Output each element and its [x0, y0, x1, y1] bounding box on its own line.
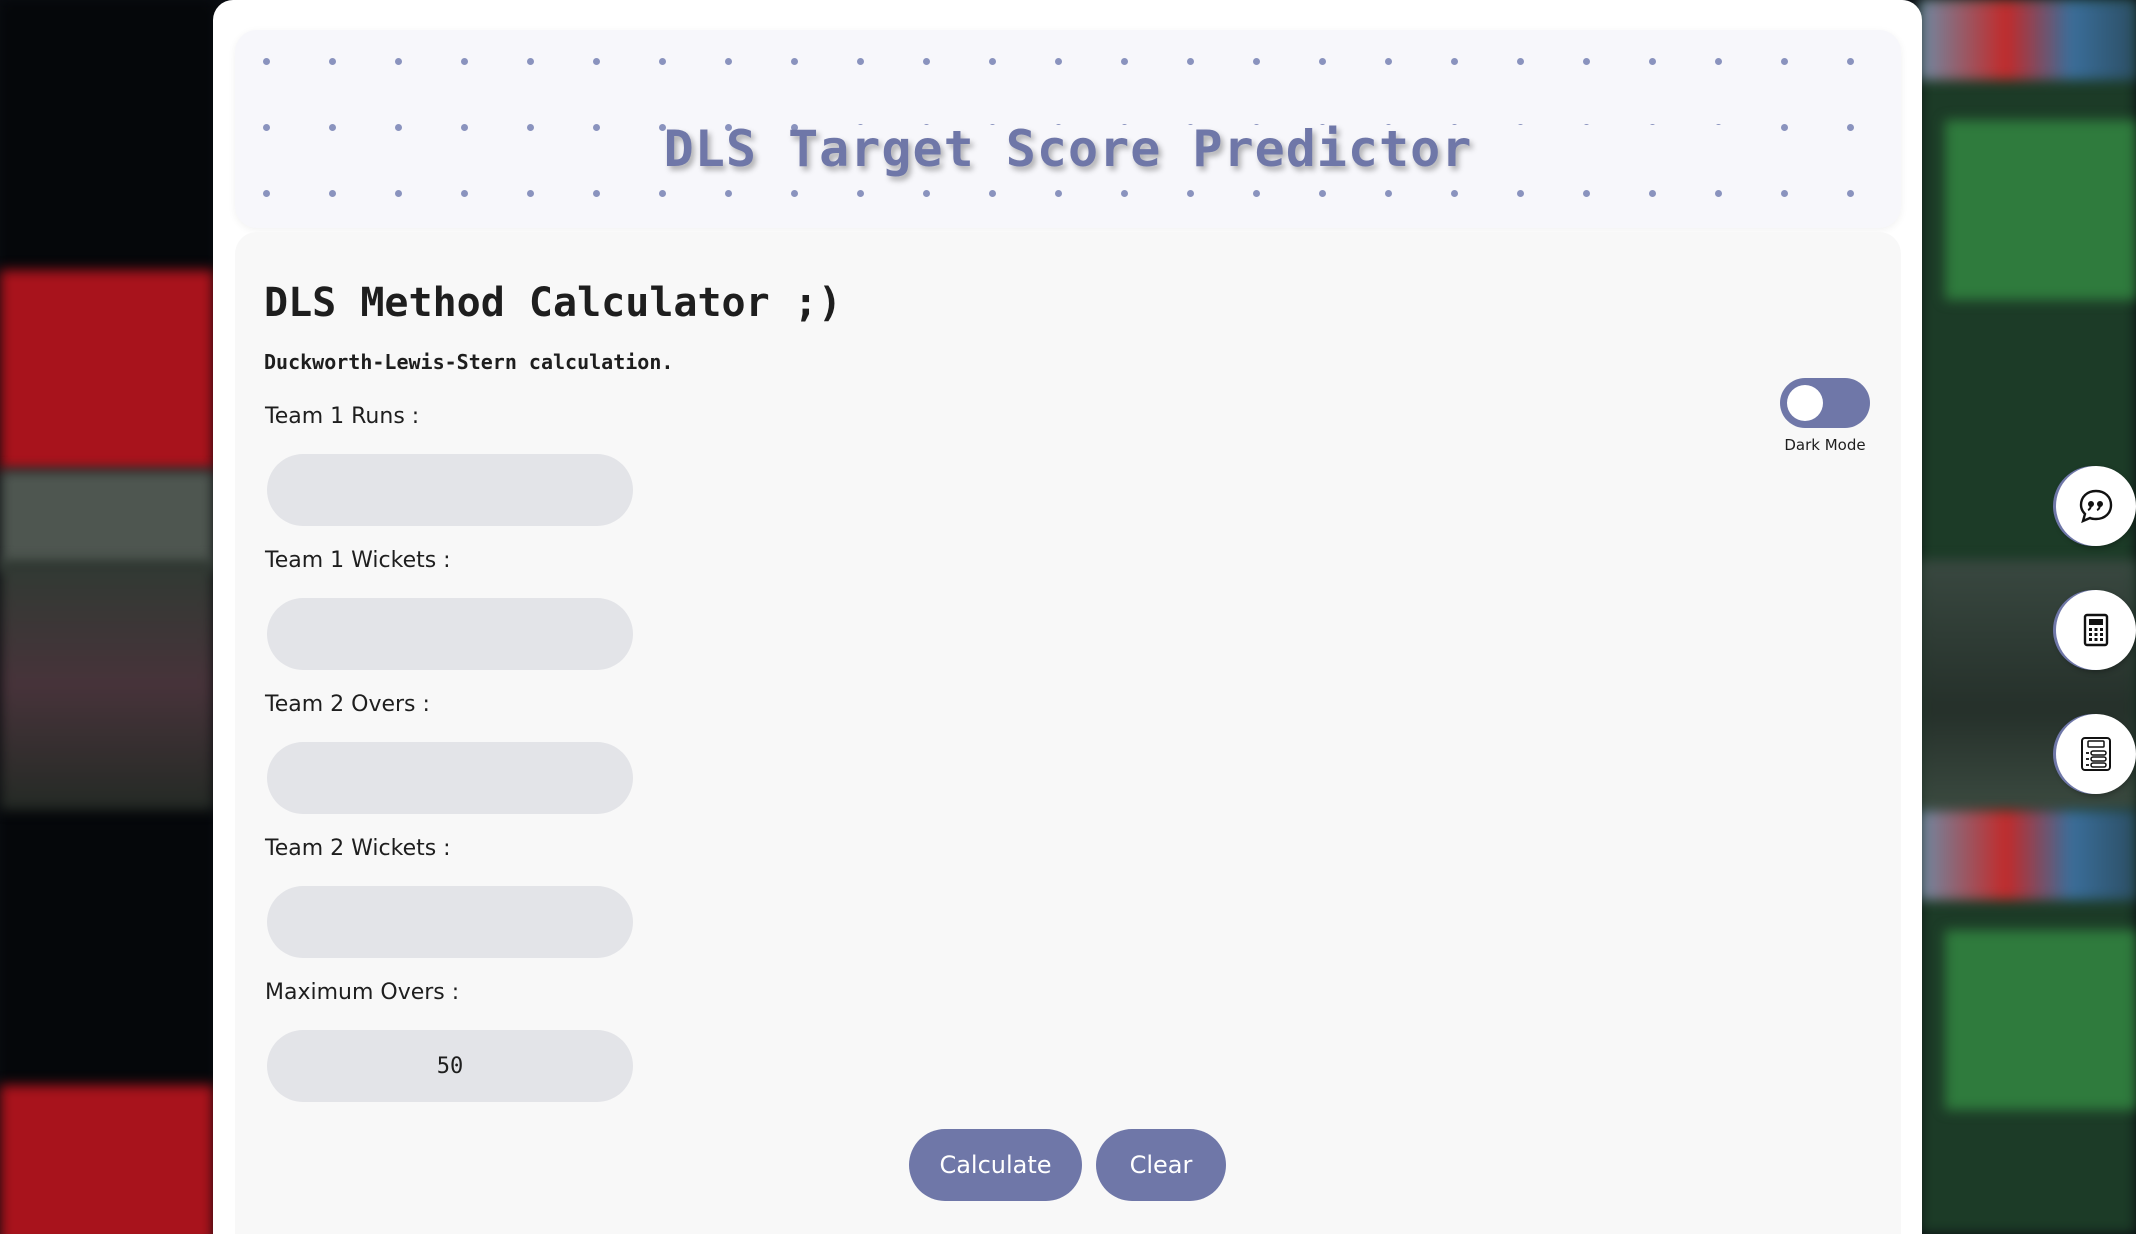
decor-dot — [1253, 58, 1260, 65]
header-dots-top — [235, 58, 1901, 68]
decor-dot — [1187, 58, 1194, 65]
decor-dot — [989, 58, 996, 65]
decor-dot — [395, 58, 402, 65]
decor-dot — [1517, 58, 1524, 65]
team2-overs-label: Team 2 Overs : — [265, 692, 430, 717]
decor-dot — [1451, 58, 1458, 65]
decor-dot — [329, 190, 336, 197]
decor-dot — [1781, 58, 1788, 65]
team2-wickets-input[interactable] — [267, 886, 633, 958]
decor-dot — [1121, 58, 1128, 65]
decor-dot — [1253, 190, 1260, 197]
decor-dot — [1649, 190, 1656, 197]
decor-dot — [1385, 58, 1392, 65]
decor-dot — [593, 190, 600, 197]
decor-dot — [1715, 190, 1722, 197]
team2-overs-input[interactable] — [267, 742, 633, 814]
team1-runs-label: Team 1 Runs : — [265, 404, 420, 429]
plan-list-icon — [2081, 737, 2111, 771]
calculator-nav-button[interactable] — [2056, 590, 2136, 670]
decor-dot — [593, 58, 600, 65]
calculator-subtitle: Duckworth-Lewis-Stern calculation. — [264, 350, 674, 374]
decor-dot — [1451, 190, 1458, 197]
main-panel: DLS Target Score Predictor DLS Method Ca… — [213, 0, 1922, 1234]
page-title: DLS Target Score Predictor — [663, 120, 1473, 178]
decor-dot — [1055, 58, 1062, 65]
decor-dot — [725, 190, 732, 197]
decor-dot — [1583, 58, 1590, 65]
team1-wickets-label: Team 1 Wickets : — [265, 548, 451, 573]
decor-dot — [1781, 190, 1788, 197]
team2-wickets-label: Team 2 Wickets : — [265, 836, 451, 861]
feedback-button[interactable] — [2056, 466, 2136, 546]
clear-button[interactable]: Clear — [1096, 1129, 1226, 1201]
quote-chat-icon — [2079, 489, 2113, 524]
max-overs-input[interactable] — [267, 1030, 633, 1102]
calculate-button[interactable]: Calculate — [909, 1129, 1082, 1201]
decor-dot — [1649, 58, 1656, 65]
decor-dot — [659, 58, 666, 65]
decor-dot — [1319, 190, 1326, 197]
team1-wickets-input[interactable] — [267, 598, 633, 670]
decor-dot — [1517, 190, 1524, 197]
decor-dot — [923, 190, 930, 197]
decor-dot — [1715, 58, 1722, 65]
team1-runs-input[interactable] — [267, 454, 633, 526]
decor-dot — [923, 58, 930, 65]
decor-dot — [989, 190, 996, 197]
decor-dot — [1055, 190, 1062, 197]
calculator-title: DLS Method Calculator ;) — [264, 280, 842, 326]
decor-dot — [857, 190, 864, 197]
plan-nav-button[interactable] — [2056, 714, 2136, 794]
page-header: DLS Target Score Predictor — [235, 30, 1901, 228]
decor-dot — [395, 190, 402, 197]
decor-dot — [791, 58, 798, 65]
max-overs-label: Maximum Overs : — [265, 980, 460, 1005]
toggle-knob — [1787, 385, 1823, 421]
decor-dot — [857, 58, 864, 65]
decor-dot — [1847, 58, 1854, 65]
decor-dot — [659, 190, 666, 197]
decor-dot — [527, 190, 534, 197]
decor-dot — [1385, 190, 1392, 197]
decor-dot — [1187, 190, 1194, 197]
dark-mode-toggle[interactable] — [1780, 378, 1870, 428]
decor-dot — [725, 58, 732, 65]
decor-dot — [1583, 190, 1590, 197]
header-dots-bottom — [235, 190, 1901, 200]
decor-dot — [329, 58, 336, 65]
decor-dot — [1121, 190, 1128, 197]
dark-mode-label: Dark Mode — [1784, 436, 1866, 454]
decor-dot — [461, 58, 468, 65]
decor-dot — [791, 190, 798, 197]
decor-dot — [461, 190, 468, 197]
decor-dot — [1847, 190, 1854, 197]
decor-dot — [263, 58, 270, 65]
decor-dot — [1319, 58, 1326, 65]
calculator-icon — [2083, 613, 2109, 647]
decor-dot — [527, 58, 534, 65]
calculator-section: DLS Method Calculator ;) Duckworth-Lewis… — [235, 232, 1901, 1234]
decor-dot — [263, 190, 270, 197]
